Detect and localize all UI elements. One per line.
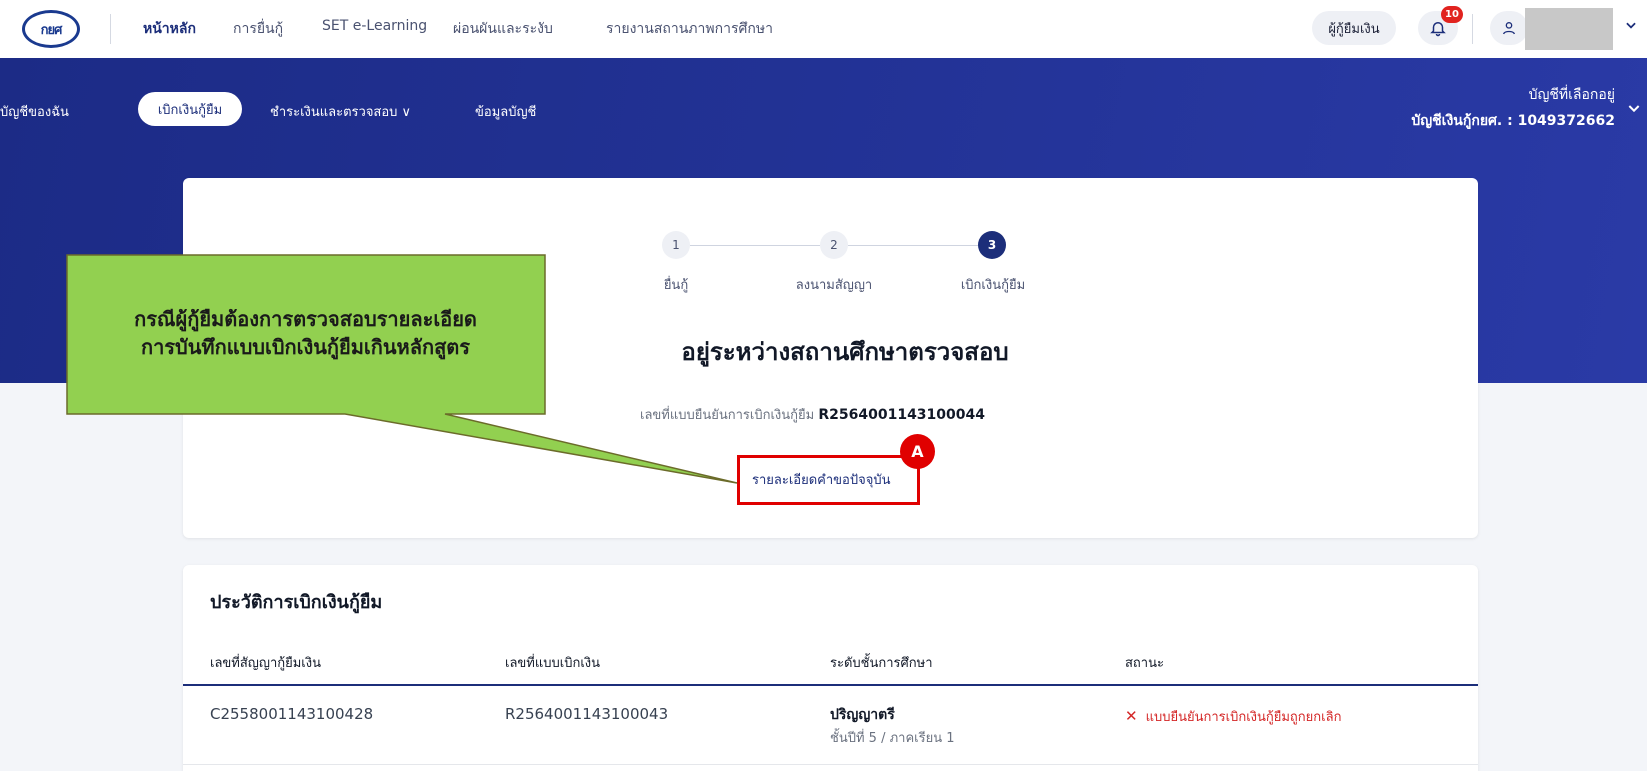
row-education-detail: ชั้นปีที่ 5 / ภาคเรียน 1 bbox=[830, 731, 955, 746]
column-header-form: เลขที่แบบเบิกเงิน bbox=[505, 656, 600, 671]
row-form-number[interactable]: R2564001143100043 bbox=[505, 705, 668, 723]
history-title: ประวัติการเบิกเงินกู้ยืม bbox=[210, 592, 383, 613]
callout-line-2: การบันทึกแบบเบิกเงินกู้ยืมเกินหลักสูตร bbox=[140, 335, 471, 359]
column-header-contract: เลขที่สัญญากู้ยืมเงิน bbox=[210, 656, 321, 671]
column-header-level: ระดับชั้นการศึกษา bbox=[830, 656, 933, 671]
callout-line-1: กรณีผู้กู้ยืมต้องการตรวจสอบรายละเอียด bbox=[134, 307, 477, 331]
close-icon: ✕ bbox=[1125, 707, 1138, 725]
column-header-status: สถานะ bbox=[1125, 656, 1164, 671]
callout-shape bbox=[66, 254, 738, 484]
row-status: ✕ แบบยืนยันการเบิกเงินกู้ยืมถูกยกเลิก bbox=[1125, 706, 1341, 727]
row-status-text: แบบยืนยันการเบิกเงินกู้ยืมถูกยกเลิก bbox=[1145, 710, 1342, 725]
table-row-divider bbox=[183, 764, 1478, 765]
table-header-divider bbox=[183, 684, 1478, 686]
row-education-level: ปริญญาตรี bbox=[830, 707, 895, 723]
callout-text: กรณีผู้กู้ยืมต้องการตรวจสอบรายละเอียด กา… bbox=[68, 305, 543, 361]
row-contract-number[interactable]: C2558001143100428 bbox=[210, 705, 373, 723]
